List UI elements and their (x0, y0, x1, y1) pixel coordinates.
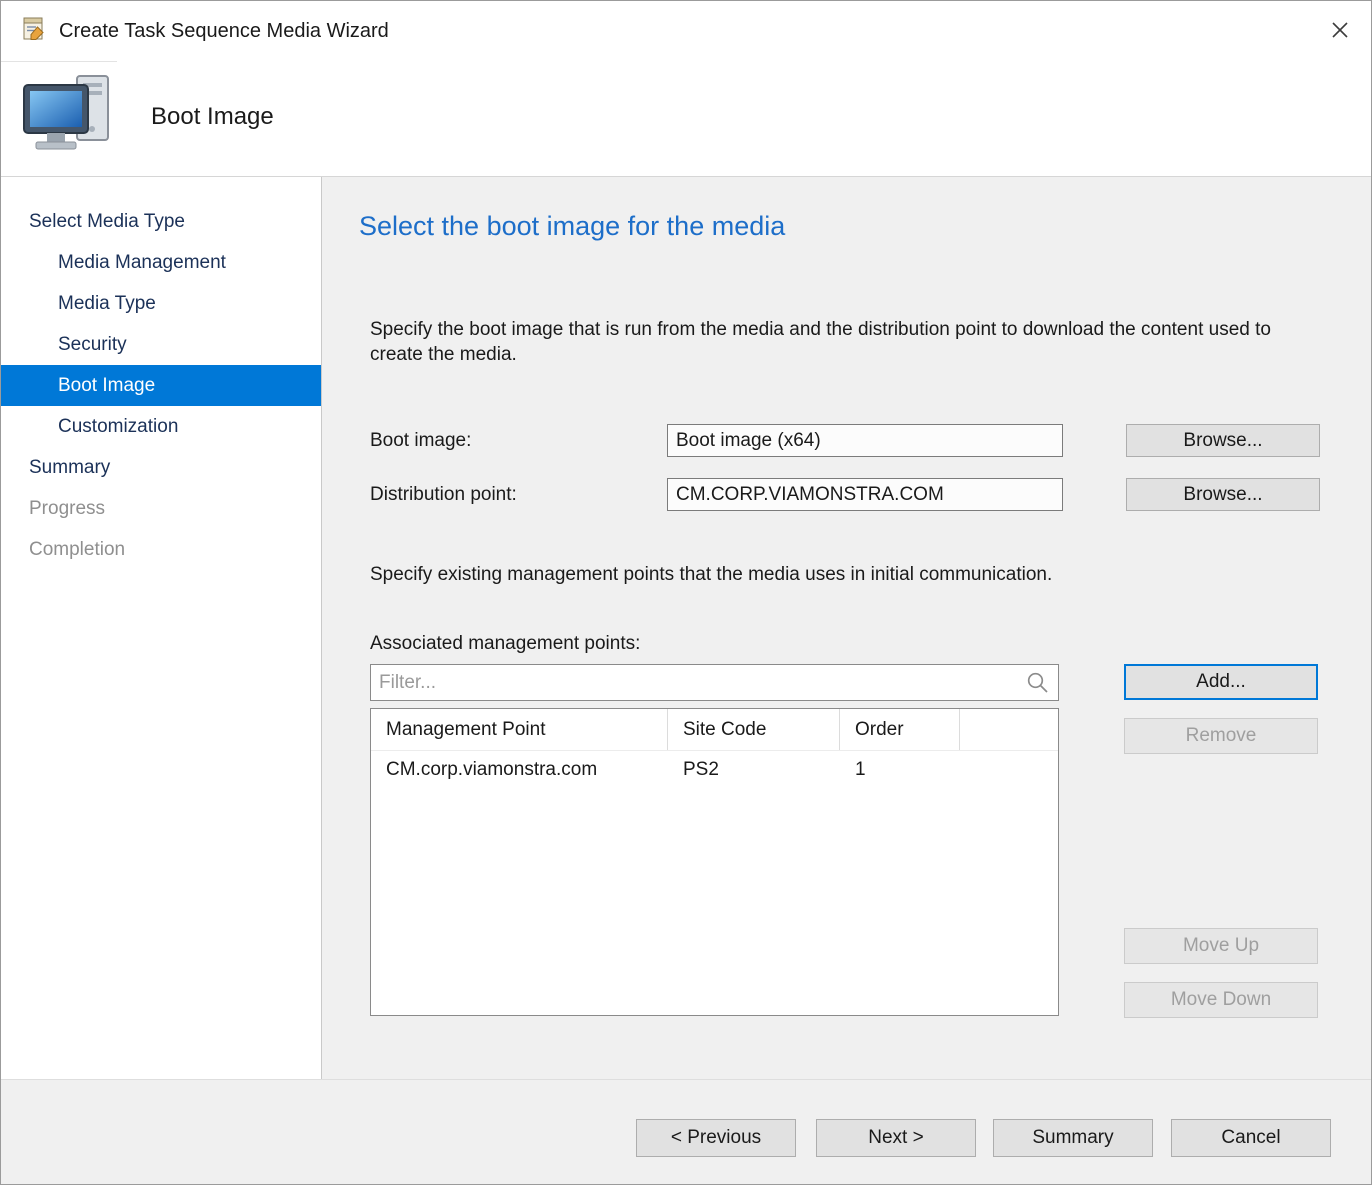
distribution-point-input[interactable] (667, 478, 1063, 511)
move-down-button: Move Down (1124, 982, 1318, 1018)
column-header-order[interactable]: Order (840, 709, 960, 750)
boot-image-row: Boot image: Browse... (370, 424, 1320, 457)
search-icon (1025, 670, 1050, 700)
distribution-point-label: Distribution point: (370, 484, 667, 506)
window-title: Create Task Sequence Media Wizard (59, 20, 1323, 43)
divider (1, 61, 117, 62)
sidebar-item-summary[interactable]: Summary (1, 447, 321, 488)
filter-box (370, 664, 1059, 701)
filter-input[interactable] (370, 664, 1059, 701)
previous-button[interactable]: < Previous (636, 1119, 796, 1157)
wizard-window: Create Task Sequence Media Wizard (0, 0, 1372, 1185)
wizard-steps-sidebar: Select Media Type Media Management Media… (1, 177, 322, 1079)
close-button[interactable] (1323, 14, 1357, 48)
boot-image-browse-button[interactable]: Browse... (1126, 424, 1320, 457)
wizard-header: Boot Image (1, 61, 1371, 177)
sidebar-item-media-management[interactable]: Media Management (1, 242, 321, 283)
boot-image-input[interactable] (667, 424, 1063, 457)
next-button[interactable]: Next > (816, 1119, 976, 1157)
sidebar-item-boot-image[interactable]: Boot Image (1, 365, 321, 406)
sidebar-item-media-type[interactable]: Media Type (1, 283, 321, 324)
management-points-intro: Specify existing management points that … (370, 564, 1052, 586)
wizard-content: Select the boot image for the media Spec… (322, 177, 1371, 1079)
cell-site-code: PS2 (668, 751, 840, 789)
move-up-button: Move Up (1124, 928, 1318, 964)
computer-icon (21, 71, 117, 170)
sidebar-item-security[interactable]: Security (1, 324, 321, 365)
associated-management-points-label: Associated management points: (370, 633, 640, 655)
table-row[interactable]: CM.corp.viamonstra.com PS2 1 (371, 751, 1058, 789)
page-heading: Select the boot image for the media (359, 211, 785, 242)
close-icon (1331, 21, 1349, 42)
page-title: Boot Image (151, 103, 274, 131)
table-header: Management Point Site Code Order (371, 709, 1058, 751)
cell-order: 1 (840, 751, 960, 789)
column-header-site-code[interactable]: Site Code (668, 709, 840, 750)
boot-image-label: Boot image: (370, 430, 667, 452)
wizard-footer: < Previous Next > Summary Cancel (1, 1079, 1371, 1184)
add-button[interactable]: Add... (1124, 664, 1318, 700)
sidebar-item-select-media-type[interactable]: Select Media Type (1, 201, 321, 242)
wizard-icon (21, 16, 47, 47)
sidebar-item-completion: Completion (1, 529, 321, 570)
management-points-table: Management Point Site Code Order CM.corp… (370, 708, 1059, 1016)
distribution-point-browse-button[interactable]: Browse... (1126, 478, 1320, 511)
title-bar: Create Task Sequence Media Wizard (1, 1, 1371, 61)
wizard-body: Select Media Type Media Management Media… (1, 177, 1371, 1079)
intro-text: Specify the boot image that is run from … (370, 317, 1310, 367)
remove-button: Remove (1124, 718, 1318, 754)
distribution-point-row: Distribution point: Browse... (370, 478, 1320, 511)
column-header-management-point[interactable]: Management Point (371, 709, 668, 750)
sidebar-item-customization[interactable]: Customization (1, 406, 321, 447)
cell-management-point: CM.corp.viamonstra.com (371, 751, 668, 789)
summary-button[interactable]: Summary (993, 1119, 1153, 1157)
sidebar-item-progress: Progress (1, 488, 321, 529)
cancel-button[interactable]: Cancel (1171, 1119, 1331, 1157)
